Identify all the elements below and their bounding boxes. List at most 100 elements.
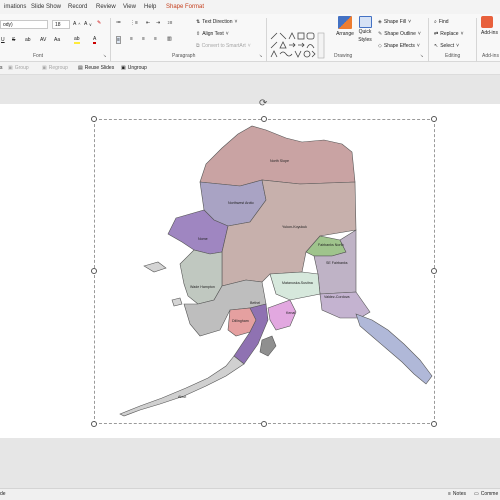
chevron-down-icon: ˅: [460, 31, 464, 37]
label-north-slope: North Slope: [270, 159, 289, 163]
change-case-button[interactable]: AV: [40, 37, 46, 43]
text-direction-button[interactable]: ⇅ Text Direction ˅: [196, 19, 237, 25]
convert-smartart-button[interactable]: ⧉ Convert to SmartArt ˅: [196, 43, 251, 49]
columns-icon[interactable]: ▥: [167, 36, 172, 42]
smartart-icon: ⧉: [196, 43, 200, 49]
strikethrough-button[interactable]: S: [12, 37, 15, 43]
status-text: de: [0, 491, 6, 497]
tab-slide-show[interactable]: Slide Show: [31, 4, 61, 10]
shape-outline-button[interactable]: ✎ Shape Outline ˅: [378, 31, 421, 37]
quick-styles-button[interactable]: Quick Styles: [357, 16, 373, 43]
find-button[interactable]: ⌕ Find: [434, 19, 449, 25]
shape-effects-label: Shape Effects: [383, 43, 415, 49]
highlight-icon[interactable]: ab: [74, 36, 80, 44]
change-case-button-2[interactable]: Aa: [54, 37, 60, 43]
region-matanuska: [269, 271, 321, 301]
text-direction-label: Text Direction: [202, 19, 233, 25]
label-bethel: Bethel: [250, 301, 260, 305]
reuse-slides-button[interactable]: ▤ Reuse Slides: [78, 65, 114, 71]
separator: [476, 18, 477, 64]
numbering-icon[interactable]: ⋮≡: [130, 20, 138, 26]
shapes-gallery[interactable]: [268, 32, 326, 60]
slide[interactable]: ⟳ North Slope Northwest Arctic Nome Yuko…: [0, 98, 500, 438]
bullets-icon[interactable]: ≔: [116, 20, 121, 26]
align-text-button[interactable]: ⇳ Align Text ˅: [196, 31, 229, 37]
tab-view[interactable]: View: [123, 4, 136, 10]
label-dillingham: Dillingham: [232, 319, 249, 323]
tab-animations[interactable]: imations: [4, 4, 26, 10]
decrease-font-size-button[interactable]: Av: [84, 21, 91, 27]
justify-icon[interactable]: ≡: [154, 36, 157, 42]
comments-button[interactable]: ▭ Comme: [474, 491, 498, 497]
chevron-down-icon: ˅: [416, 43, 420, 49]
find-label: Find: [438, 19, 449, 25]
separator: [266, 18, 267, 64]
add-ins-button[interactable]: Add-ins: [481, 16, 498, 36]
group-button[interactable]: ▣ Group: [8, 65, 29, 71]
align-right-icon[interactable]: ≡: [142, 36, 145, 42]
select-button[interactable]: ↖ Select ˅: [434, 43, 459, 49]
paragraph-dialog-launcher-icon[interactable]: ↘: [259, 53, 262, 58]
label-yukon-koyukuk: Yukon-Koyukuk: [282, 225, 307, 229]
ribbon-tab-bar: imations Slide Show Record Review View H…: [0, 0, 500, 14]
decrease-indent-icon[interactable]: ⇤: [146, 20, 150, 26]
chevron-down-icon: ˅: [234, 19, 238, 25]
tab-review[interactable]: Review: [96, 4, 116, 10]
region-kodiak: [259, 335, 277, 357]
drawing-dialog-launcher-icon[interactable]: ↘: [420, 53, 423, 58]
smartart-label: Convert to SmartArt: [201, 43, 246, 49]
chevron-down-icon: ˅: [417, 31, 421, 37]
tab-record[interactable]: Record: [68, 4, 87, 10]
pencil-icon: ✎: [378, 31, 383, 37]
drawing-group-label: Drawing: [334, 53, 353, 59]
notes-icon: ≡: [448, 491, 451, 497]
label-aleut: Aleut: [178, 395, 186, 399]
align-center-icon[interactable]: ≡: [130, 36, 133, 42]
tab-help[interactable]: Help: [144, 4, 156, 10]
ungroup-button[interactable]: ▣ Ungroup: [121, 65, 147, 71]
line-spacing-icon[interactable]: ↕≡: [167, 20, 172, 26]
underline-button[interactable]: U: [1, 37, 5, 43]
notes-button[interactable]: ≡ Notes: [448, 491, 466, 497]
add-ins-group-label: Add-ins: [482, 53, 499, 59]
add-ins-icon: [481, 16, 493, 28]
paint-bucket-icon: ◈: [378, 19, 382, 25]
label-valdez-cordova: Valdez-Cordova: [324, 295, 350, 299]
group-icon: ▣: [8, 65, 13, 71]
tab-shape-format[interactable]: Shape Format: [166, 4, 204, 10]
search-icon: ⌕: [434, 19, 437, 25]
paragraph-group-label: Paragraph: [172, 53, 196, 59]
group-label: Group: [14, 65, 29, 71]
increase-indent-icon[interactable]: ⇥: [156, 20, 160, 26]
arrange-button[interactable]: Arrange: [336, 16, 354, 37]
character-spacing-button[interactable]: ab: [25, 37, 31, 43]
region-aleut: [119, 355, 245, 417]
quick-styles-label-2: Styles: [358, 36, 372, 43]
label-se-fairbanks: SE Fairbanks: [326, 261, 348, 265]
regroup-label: Regroup: [48, 65, 68, 71]
align-left-icon[interactable]: ≡: [116, 36, 121, 44]
replace-button[interactable]: ⇄ Replace ˅: [434, 31, 463, 37]
chevron-down-icon: ˅: [456, 43, 460, 49]
separator: [110, 18, 111, 64]
label-nome: Nome: [198, 237, 208, 241]
comment-icon: ▭: [474, 491, 479, 497]
shape-fill-button[interactable]: ◈ Shape Fill ˅: [378, 19, 411, 25]
font-color-icon[interactable]: A: [93, 36, 97, 44]
alaska-map[interactable]: North Slope Northwest Arctic Nome Yukon-…: [0, 104, 500, 438]
shape-effects-button[interactable]: ◇ Shape Effects ˅: [378, 43, 420, 49]
toolbar-item[interactable]: s: [0, 65, 3, 71]
comments-label: Comme: [480, 491, 499, 497]
label-northwest-arctic: Northwest Arctic: [228, 201, 254, 205]
increase-font-size-button[interactable]: A ^: [73, 21, 80, 27]
island-nunivak: [171, 297, 183, 307]
group-toolbar: s ▣ Group ▣ Regroup ▤ Reuse Slides ▣ Ungroup: [0, 62, 500, 75]
font-dialog-launcher-icon[interactable]: ↘: [103, 53, 106, 58]
font-size-field[interactable]: 18: [52, 20, 70, 29]
quick-styles-label-1: Quick: [358, 29, 372, 35]
arrange-icon: [338, 16, 352, 29]
font-name-field[interactable]: ody): [0, 20, 48, 29]
chevron-down-icon: ˅: [225, 31, 229, 37]
clear-formatting-icon[interactable]: ✎: [97, 20, 101, 26]
regroup-button[interactable]: ▣ Regroup: [42, 65, 68, 71]
